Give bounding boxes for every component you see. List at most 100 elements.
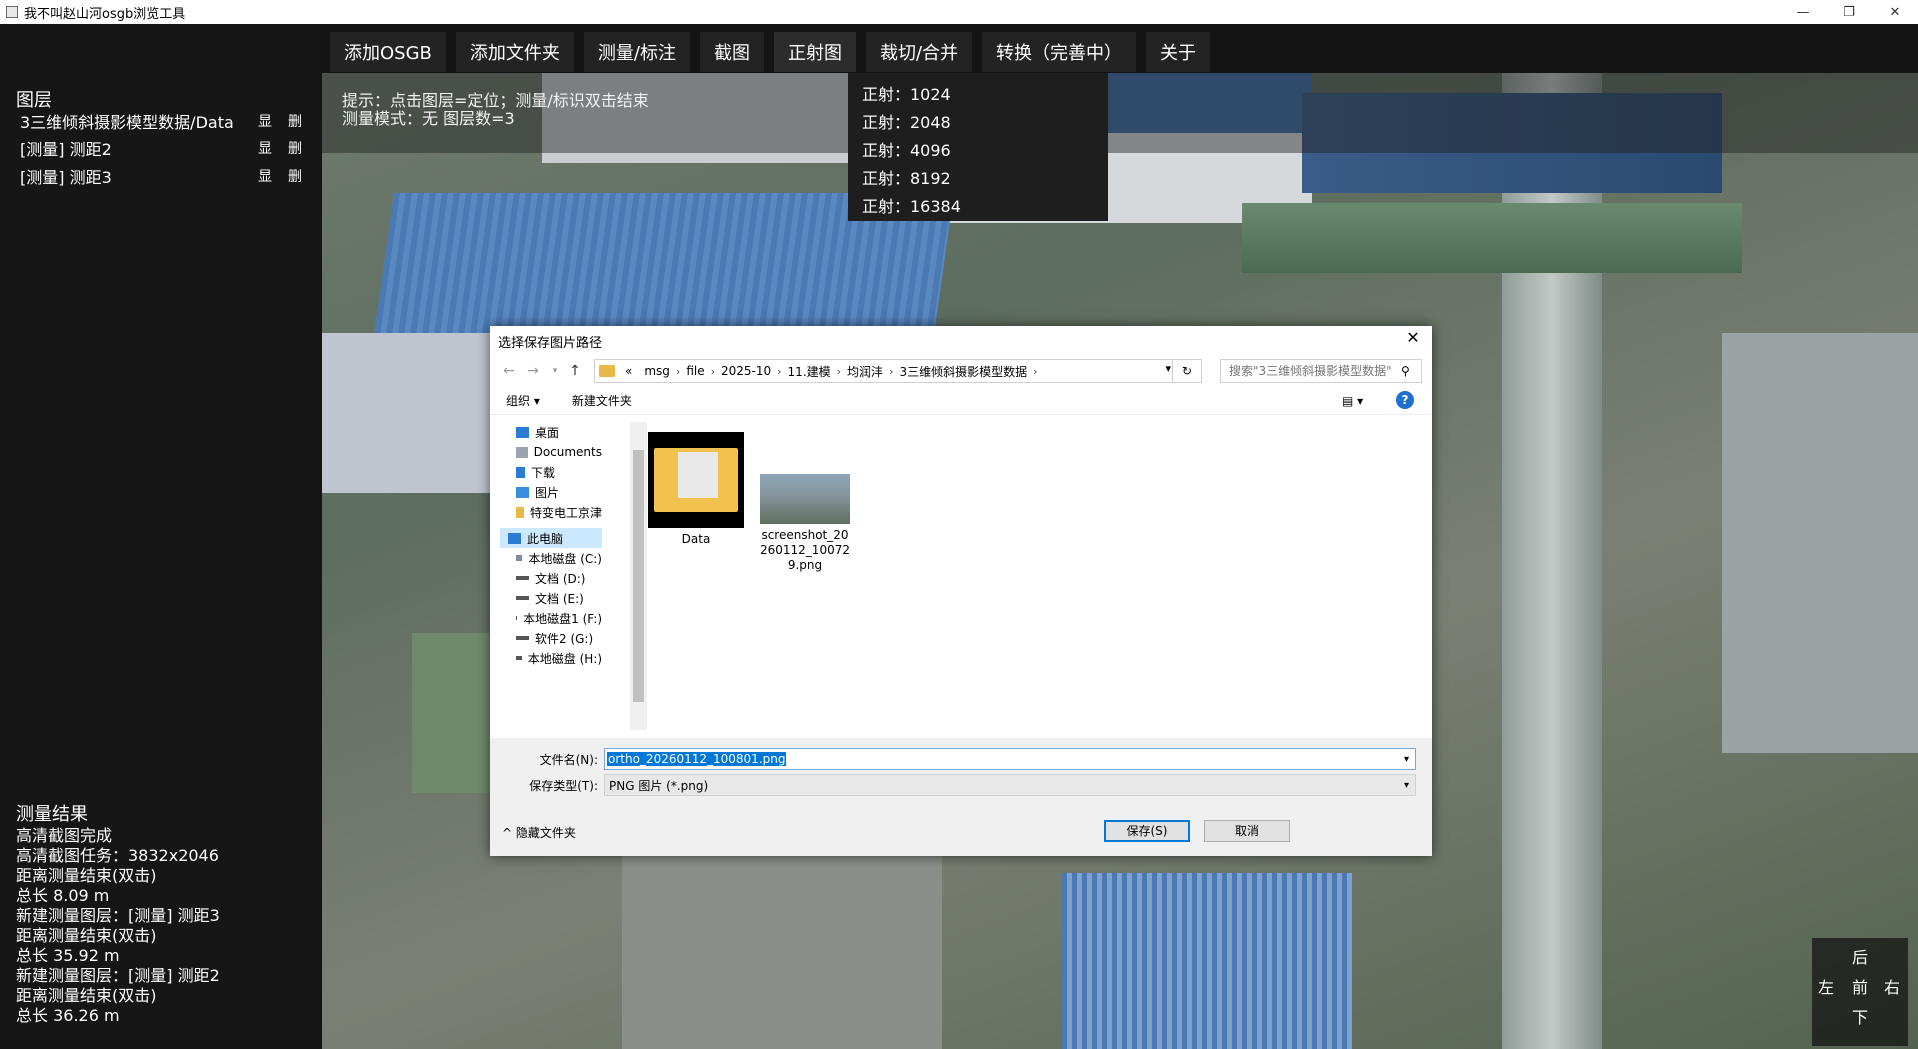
chevron-right-icon: › (1033, 364, 1038, 378)
nav-item-label: 此电脑 (527, 531, 564, 546)
file-item-folder[interactable]: Data (646, 432, 746, 547)
cancel-button[interactable]: 取消 (1204, 820, 1290, 842)
search-box[interactable]: ⚲ (1220, 359, 1422, 383)
layer-show-button[interactable]: 显 (250, 138, 280, 158)
back-arrow-icon[interactable]: ← (498, 360, 520, 382)
nav-item-drive-h[interactable]: 本地磁盘 (H:) (500, 648, 602, 668)
maximize-button[interactable]: ❐ (1826, 0, 1872, 24)
layer-name[interactable]: [测量] 测距3 (20, 164, 250, 188)
breadcrumb-overflow[interactable]: « (619, 364, 638, 378)
up-arrow-icon[interactable]: ↑ (564, 360, 586, 382)
recent-dropdown-icon[interactable]: ▾ (544, 360, 566, 382)
hint-text: 提示：点击图层=定位；测量/标识双击结束 测量模式：无 图层数=3 (342, 92, 649, 128)
navigation-pad: 后 左 前 右 下 (1812, 938, 1908, 1046)
chevron-down-icon[interactable]: ▾ (1165, 362, 1171, 375)
layer-delete-button[interactable]: 删 (280, 111, 310, 131)
refresh-icon[interactable]: ↻ (1172, 360, 1201, 382)
layer-delete-button[interactable]: 删 (280, 166, 310, 186)
nav-back-button[interactable]: 后 (1852, 944, 1868, 968)
nav-item-pictures[interactable]: 图片 (500, 482, 602, 502)
breadcrumb-item[interactable]: 2025-10 (715, 364, 777, 378)
chevron-down-icon[interactable]: ▾ (1404, 780, 1409, 791)
layer-item[interactable]: [测量] 测距3 显 删 (20, 164, 310, 188)
layer-show-button[interactable]: 显 (250, 166, 280, 186)
nav-down-button[interactable]: 下 (1852, 1004, 1868, 1028)
help-icon[interactable]: ? (1396, 391, 1414, 409)
nav-item-label: 本地磁盘 (H:) (527, 651, 602, 666)
filetype-select[interactable]: PNG 图片 (*.png) ▾ (604, 774, 1416, 796)
drive-icon (516, 636, 529, 640)
nav-item-label: 软件2 (G:) (535, 631, 594, 646)
breadcrumb-item[interactable]: 11.建模 (782, 363, 837, 380)
close-icon[interactable]: ✕ (1400, 328, 1426, 350)
menu-measure[interactable]: 测量/标注 (583, 32, 690, 72)
file-list: Data screenshot_20260112_100729.png (646, 422, 1426, 732)
nav-item-desktop[interactable]: 桌面 (500, 422, 602, 442)
ortho-option-4096[interactable]: 正射：4096 (848, 135, 1108, 163)
organize-button[interactable]: 组织 ▾ (506, 392, 540, 409)
save-button[interactable]: 保存(S) (1104, 820, 1190, 842)
file-item-image[interactable]: screenshot_20260112_100729.png (760, 474, 850, 573)
nav-item-label: 本地磁盘 (C:) (528, 551, 602, 566)
search-icon[interactable]: ⚲ (1401, 364, 1410, 378)
dialog-footer: 文件名(N): ortho_20260112_100801.png ▾ 保存类型… (490, 738, 1432, 856)
nav-item-documents[interactable]: Documents (500, 442, 602, 462)
nav-item-folder[interactable]: 特变电工京津 (500, 502, 602, 522)
nav-item-drive-g[interactable]: 软件2 (G:) (500, 628, 602, 648)
nav-front-button[interactable]: 前 (1852, 974, 1868, 998)
layer-show-button[interactable]: 显 (250, 111, 280, 131)
menu-ortho[interactable]: 正射图 (773, 32, 856, 72)
breadcrumb-item[interactable]: 均润沣 (841, 363, 889, 380)
image-thumbnail-icon (760, 474, 850, 524)
nav-item-label: 下载 (531, 465, 556, 480)
result-line: 距离测量结束(双击) (16, 926, 157, 945)
menu-about[interactable]: 关于 (1146, 32, 1211, 72)
layer-delete-button[interactable]: 删 (280, 138, 310, 158)
app-icon (6, 6, 18, 18)
results-title: 测量结果 (16, 804, 88, 825)
filename-input[interactable]: ortho_20260112_100801.png ▾ (604, 748, 1416, 770)
menu-clip-merge[interactable]: 裁切/合并 (865, 32, 973, 72)
breadcrumb-item[interactable]: 3三维倾斜摄影模型数据 (893, 363, 1033, 380)
nav-left-button[interactable]: 左 (1818, 974, 1834, 998)
ortho-option-8192[interactable]: 正射：8192 (848, 163, 1108, 191)
nav-right-button[interactable]: 右 (1884, 974, 1900, 998)
nav-item-this-pc[interactable]: 此电脑 (500, 528, 602, 548)
chevron-down-icon[interactable]: ▾ (1404, 754, 1409, 765)
file-name: screenshot_20260112_100729.png (760, 528, 850, 572)
nav-scrollbar[interactable] (630, 422, 647, 730)
documents-icon (516, 446, 528, 458)
breadcrumb-item[interactable]: msg (638, 364, 676, 378)
address-bar[interactable]: « msg › file › 2025-10 › 11.建模 › 均润沣 › 3… (594, 359, 1202, 383)
nav-item-drive-e[interactable]: 文档 (E:) (500, 588, 602, 608)
menu-screenshot[interactable]: 截图 (699, 32, 764, 72)
menu-add-folder[interactable]: 添加文件夹 (455, 32, 574, 72)
ortho-option-1024[interactable]: 正射：1024 (848, 79, 1108, 107)
close-window-button[interactable]: ✕ (1872, 0, 1918, 24)
nav-item-drive-c[interactable]: 本地磁盘 (C:) (500, 548, 602, 568)
view-options-icon[interactable]: ▤ ▾ (1342, 394, 1363, 408)
result-line: 新建测量图层：[测量] 测距3 (16, 906, 220, 925)
filename-value[interactable]: ortho_20260112_100801.png (607, 752, 787, 766)
layer-name[interactable]: [测量] 测距2 (20, 136, 250, 160)
menu-add-osgb[interactable]: 添加OSGB (330, 32, 446, 72)
navigation-pane: 桌面 Documents 下载 图片 特变电工京津 此电脑 本地磁盘 (C:) (500, 422, 604, 738)
nav-item-downloads[interactable]: 下载 (500, 462, 602, 482)
new-folder-button[interactable]: 新建文件夹 (572, 392, 632, 409)
forward-arrow-icon[interactable]: → (522, 360, 544, 382)
layer-item[interactable]: [测量] 测距2 显 删 (20, 136, 310, 160)
layer-name[interactable]: 3三维倾斜摄影模型数据/Data (20, 109, 250, 133)
menu-convert[interactable]: 转换（完善中） (982, 32, 1137, 72)
folder-icon (599, 365, 615, 377)
scrollbar-thumb[interactable] (633, 450, 644, 702)
dialog-title: 选择保存图片路径 (498, 336, 603, 351)
ortho-option-16384[interactable]: 正射：16384 (848, 191, 1108, 219)
nav-item-drive-f[interactable]: 本地磁盘1 (F:) (500, 608, 602, 628)
nav-item-drive-d[interactable]: 文档 (D:) (500, 568, 602, 588)
minimize-button[interactable]: — (1780, 0, 1826, 24)
search-input[interactable] (1221, 363, 1401, 379)
hide-folders-toggle[interactable]: ^ 隐藏文件夹 (502, 824, 576, 841)
breadcrumb-item[interactable]: file (680, 364, 710, 378)
ortho-option-2048[interactable]: 正射：2048 (848, 107, 1108, 135)
layer-item[interactable]: 3三维倾斜摄影模型数据/Data 显 删 (20, 109, 310, 133)
